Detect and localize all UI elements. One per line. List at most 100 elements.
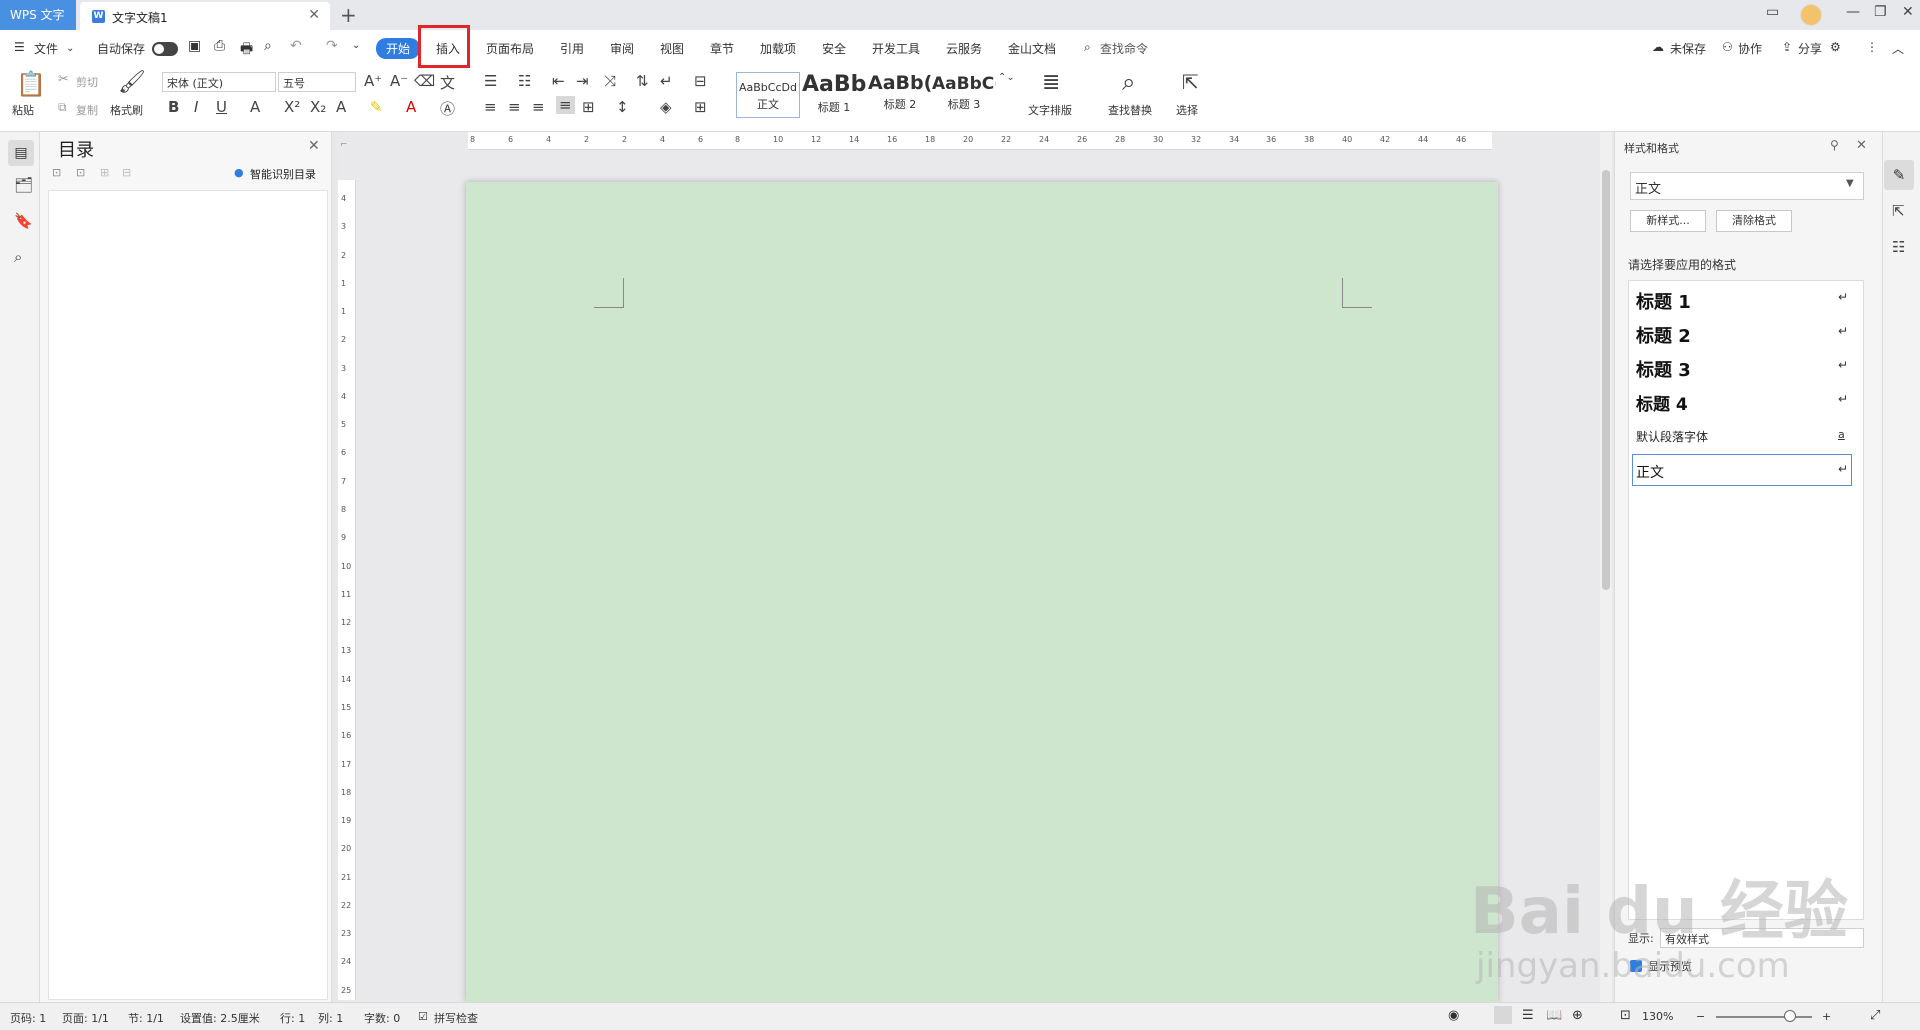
style-item-heading3[interactable]: 标题 3 bbox=[1636, 356, 1691, 382]
scrollbar-thumb[interactable] bbox=[1602, 170, 1610, 590]
style-item-heading1[interactable]: 标题 1 bbox=[1636, 288, 1691, 314]
fullscreen-icon[interactable]: ⤢ bbox=[1870, 1008, 1880, 1023]
style-item-heading4[interactable]: 标题 4 bbox=[1636, 390, 1688, 415]
print-preview-icon[interactable]: ⌕ bbox=[264, 38, 272, 54]
subscript-icon[interactable]: X₂ bbox=[310, 98, 326, 116]
tab-start[interactable]: 开始 bbox=[376, 38, 421, 59]
status-section[interactable]: 节: 1/1 bbox=[128, 1010, 164, 1026]
restore-icon[interactable]: ❐ bbox=[1874, 4, 1887, 20]
font-size-select[interactable]: 五号 bbox=[278, 72, 356, 92]
table-ruler-icon[interactable]: ⊟ bbox=[694, 72, 707, 90]
styles-panel-title[interactable]: 样式和格式 bbox=[1624, 140, 1679, 156]
align-left-icon[interactable]: ≡ bbox=[484, 98, 497, 116]
status-word-count[interactable]: 字数: 0 bbox=[364, 1010, 400, 1026]
select-button[interactable]: 选择 bbox=[1176, 102, 1198, 118]
align-center-icon[interactable]: ≡ bbox=[508, 98, 521, 116]
shrink-font-icon[interactable]: A⁻ bbox=[390, 72, 408, 90]
tab-cloud[interactable]: 云服务 bbox=[946, 40, 982, 57]
horizontal-ruler[interactable]: 8 6 4 2 2 4 6 8 10 12 14 16 18 20 22 24 26 28 30 32 34 36 38 40… bbox=[468, 132, 1492, 150]
status-col[interactable]: 列: 1 bbox=[318, 1010, 343, 1026]
phonetic-icon[interactable]: 文 bbox=[440, 72, 455, 93]
status-setting[interactable]: 设置值: 2.5厘米 bbox=[180, 1010, 260, 1026]
undo-icon[interactable]: ↶ bbox=[290, 38, 302, 54]
fit-page-icon[interactable]: ⊡ bbox=[1620, 1008, 1631, 1023]
line-spacing-icon[interactable]: ↕ bbox=[616, 98, 629, 116]
settings-sliders-icon[interactable]: ☷ bbox=[1892, 238, 1905, 256]
tab-view[interactable]: 视图 bbox=[660, 40, 684, 57]
more-icon[interactable]: ⋮ bbox=[1866, 40, 1878, 54]
highlight-icon[interactable]: ✎ bbox=[370, 98, 383, 116]
avatar[interactable] bbox=[1800, 4, 1822, 26]
hamburger-icon[interactable]: ☰ bbox=[14, 40, 25, 54]
zoom-slider[interactable] bbox=[1716, 1016, 1812, 1018]
tab-security[interactable]: 安全 bbox=[822, 40, 846, 57]
style-heading2[interactable]: AaBb( 标题 2 bbox=[868, 72, 932, 118]
style-heading3[interactable]: AaBbC( 标题 3 bbox=[932, 72, 996, 118]
zoom-in-icon[interactable]: + bbox=[1822, 1010, 1831, 1023]
underline-icon[interactable]: U bbox=[216, 98, 227, 116]
text-effect-icon[interactable]: A bbox=[336, 98, 346, 116]
search-nav-icon[interactable]: ⌕ bbox=[14, 248, 22, 266]
current-style-select[interactable]: 正文 bbox=[1630, 172, 1864, 200]
style-item-normal-selected[interactable] bbox=[1632, 454, 1852, 486]
eye-protect-icon[interactable]: ◉ bbox=[1448, 1008, 1459, 1023]
search-command-input[interactable]: 查找命令 bbox=[1100, 40, 1148, 57]
eraser-icon[interactable]: ⌫ bbox=[414, 72, 435, 90]
wps-app-tab[interactable]: WPS 文字 bbox=[0, 0, 76, 30]
superscript-icon[interactable]: X² bbox=[284, 98, 300, 116]
tab-page-layout[interactable]: 页面布局 bbox=[486, 40, 534, 57]
status-page-number[interactable]: 页码: 1 bbox=[10, 1010, 46, 1026]
autosave-toggle[interactable] bbox=[152, 42, 178, 56]
decrease-indent-icon[interactable]: ⇤ bbox=[552, 72, 565, 90]
pin-icon[interactable]: ⚲ bbox=[1830, 138, 1839, 152]
zoom-out-icon[interactable]: − bbox=[1696, 1010, 1705, 1023]
bold-icon[interactable]: B bbox=[168, 98, 179, 116]
toc-add-icon[interactable]: ⊞ bbox=[100, 166, 109, 179]
tab-chapter[interactable]: 章节 bbox=[710, 40, 734, 57]
char-border-icon[interactable]: Ⓐ bbox=[440, 98, 455, 119]
shading-icon[interactable]: ◈ bbox=[660, 98, 672, 116]
status-row[interactable]: 行: 1 bbox=[280, 1010, 305, 1026]
distributed-icon[interactable]: ⊞ bbox=[582, 98, 595, 116]
panel-close-icon[interactable]: ✕ bbox=[1856, 138, 1867, 153]
reading-view-icon[interactable]: 📖 bbox=[1546, 1008, 1562, 1023]
outline-view-icon[interactable]: ☰ bbox=[1522, 1008, 1534, 1023]
redo-icon[interactable]: ↷ bbox=[326, 38, 338, 54]
tab-kdocs[interactable]: 金山文档 bbox=[1008, 40, 1056, 57]
style-item-default-font[interactable]: 默认段落字体 bbox=[1636, 428, 1708, 445]
new-style-button[interactable]: 新样式... bbox=[1630, 210, 1706, 232]
toc-close-icon[interactable]: ✕ bbox=[308, 138, 320, 154]
page-view-icon[interactable] bbox=[1494, 1006, 1512, 1024]
web-view-icon[interactable]: ⊕ bbox=[1572, 1008, 1583, 1023]
vertical-ruler[interactable]: 4 3 2 1 1 2 3 4 5 6 7 8 9 10 11 12 13 14 15 16 17 18 19 20 21 22 2… bbox=[338, 180, 356, 1000]
styles-more-icon[interactable]: ⌃⌄ bbox=[998, 72, 1015, 83]
unsaved-status[interactable]: 未保存 bbox=[1670, 40, 1706, 57]
show-marks-icon[interactable]: ↵ bbox=[660, 72, 673, 90]
new-tab-button[interactable]: + bbox=[340, 3, 357, 27]
document-tab[interactable]: W 文字文稿1 ✕ bbox=[80, 2, 330, 30]
font-color-icon[interactable]: A bbox=[406, 98, 416, 116]
toc-expand-icon[interactable]: ⊡ bbox=[52, 166, 61, 179]
bullet-list-icon[interactable]: ☰ bbox=[484, 72, 497, 90]
tab-review[interactable]: 审阅 bbox=[610, 40, 634, 57]
tab-addins[interactable]: 加载项 bbox=[760, 40, 796, 57]
collapse-ribbon-icon[interactable]: ︿ bbox=[1892, 40, 1904, 57]
copy-icon[interactable]: ⧉ bbox=[58, 100, 67, 115]
paste-icon[interactable]: 📋 bbox=[16, 70, 46, 98]
style-heading1[interactable]: AaBb 标题 1 bbox=[802, 72, 866, 118]
gear-icon[interactable]: ⚙ bbox=[1830, 40, 1841, 54]
print-icon[interactable]: 🖶 bbox=[240, 38, 253, 62]
chapter-nav-icon[interactable]: 🗂 bbox=[14, 176, 33, 194]
toc-list[interactable] bbox=[48, 190, 328, 1000]
format-painter-icon[interactable]: 🖌 bbox=[118, 70, 146, 95]
font-name-select[interactable]: 宋体 (正文) bbox=[162, 72, 276, 92]
tab-developer[interactable]: 开发工具 bbox=[872, 40, 920, 57]
status-pages[interactable]: 页面: 1/1 bbox=[62, 1010, 109, 1026]
justify-icon[interactable]: ≡ bbox=[556, 96, 575, 114]
find-replace-icon[interactable]: ⌕ bbox=[1122, 68, 1135, 96]
zoom-level[interactable]: 130% bbox=[1642, 1010, 1673, 1023]
minimize-icon[interactable]: — bbox=[1846, 4, 1860, 20]
select-arrow-icon[interactable]: ⇱ bbox=[1892, 202, 1905, 220]
more-chevron-icon[interactable]: ⌄ bbox=[352, 40, 360, 51]
bookmark-icon[interactable]: 🔖 bbox=[14, 212, 33, 230]
